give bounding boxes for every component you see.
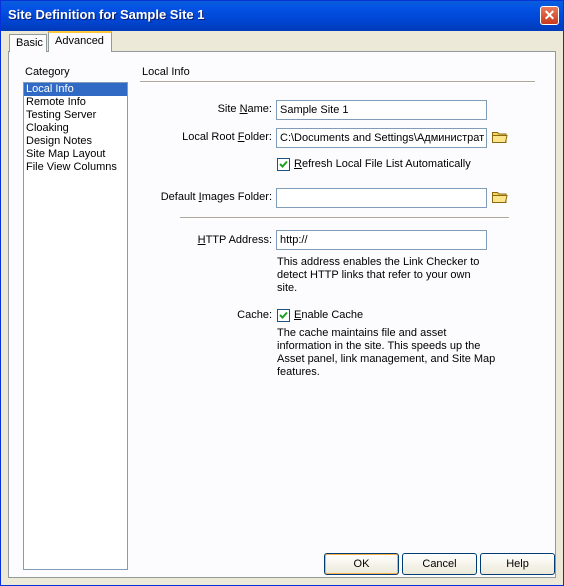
cache-note: The cache maintains file and asset infor… [277, 327, 496, 378]
local-root-folder-label: Local Root Folder: [182, 131, 272, 143]
http-address-input[interactable]: http:// [276, 230, 487, 250]
category-item-cloaking[interactable]: Cloaking [24, 122, 127, 135]
enable-cache-label[interactable]: Enable Cache [294, 309, 363, 321]
section-divider [140, 81, 535, 83]
close-button[interactable]: ✕ [540, 6, 559, 25]
tab-basic[interactable]: Basic [9, 34, 47, 52]
tab-advanced[interactable]: Advanced [48, 31, 112, 52]
http-address-label: HTTP Address: [197, 234, 272, 246]
category-item-local-info[interactable]: Local Info [24, 83, 127, 96]
enable-cache-checkbox[interactable] [277, 309, 290, 322]
ok-button[interactable]: OK [324, 553, 399, 575]
http-address-note: This address enables the Link Checker to… [277, 256, 480, 294]
window-title: Site Definition for Sample Site 1 [8, 7, 205, 22]
checkmark-icon [279, 311, 288, 319]
refresh-checkbox[interactable] [277, 158, 290, 171]
site-definition-dialog: Site Definition for Sample Site 1 ✕ Basi… [0, 0, 564, 586]
divider [180, 217, 509, 219]
checkmark-icon [279, 160, 288, 168]
refresh-label[interactable]: Refresh Local File List Automatically [294, 158, 471, 170]
category-list[interactable]: Local Info Remote Info Testing Server Cl… [23, 82, 128, 570]
browse-folder-icon[interactable] [492, 131, 508, 143]
category-item-design-notes[interactable]: Design Notes [24, 135, 127, 148]
cache-label: Cache: [237, 309, 272, 321]
default-images-folder-label: Default Images Folder: [160, 191, 272, 203]
category-item-site-map-layout[interactable]: Site Map Layout [24, 148, 127, 161]
category-item-testing-server[interactable]: Testing Server [24, 109, 127, 122]
section-title: Local Info [142, 66, 190, 78]
browse-images-folder-icon[interactable] [492, 191, 508, 203]
default-images-folder-input[interactable] [276, 188, 487, 208]
local-root-folder-input[interactable]: C:\Documents and Settings\Администрат [276, 128, 487, 148]
site-name-label: Site Name: [217, 103, 272, 115]
title-bar[interactable]: Site Definition for Sample Site 1 ✕ [1, 1, 563, 31]
close-icon: ✕ [543, 7, 556, 23]
category-item-file-view-columns[interactable]: File View Columns [24, 161, 127, 174]
site-name-input[interactable]: Sample Site 1 [276, 100, 487, 120]
help-button[interactable]: Help [480, 553, 555, 575]
cancel-button[interactable]: Cancel [402, 553, 477, 575]
category-label: Category [25, 66, 70, 78]
category-item-remote-info[interactable]: Remote Info [24, 96, 127, 109]
